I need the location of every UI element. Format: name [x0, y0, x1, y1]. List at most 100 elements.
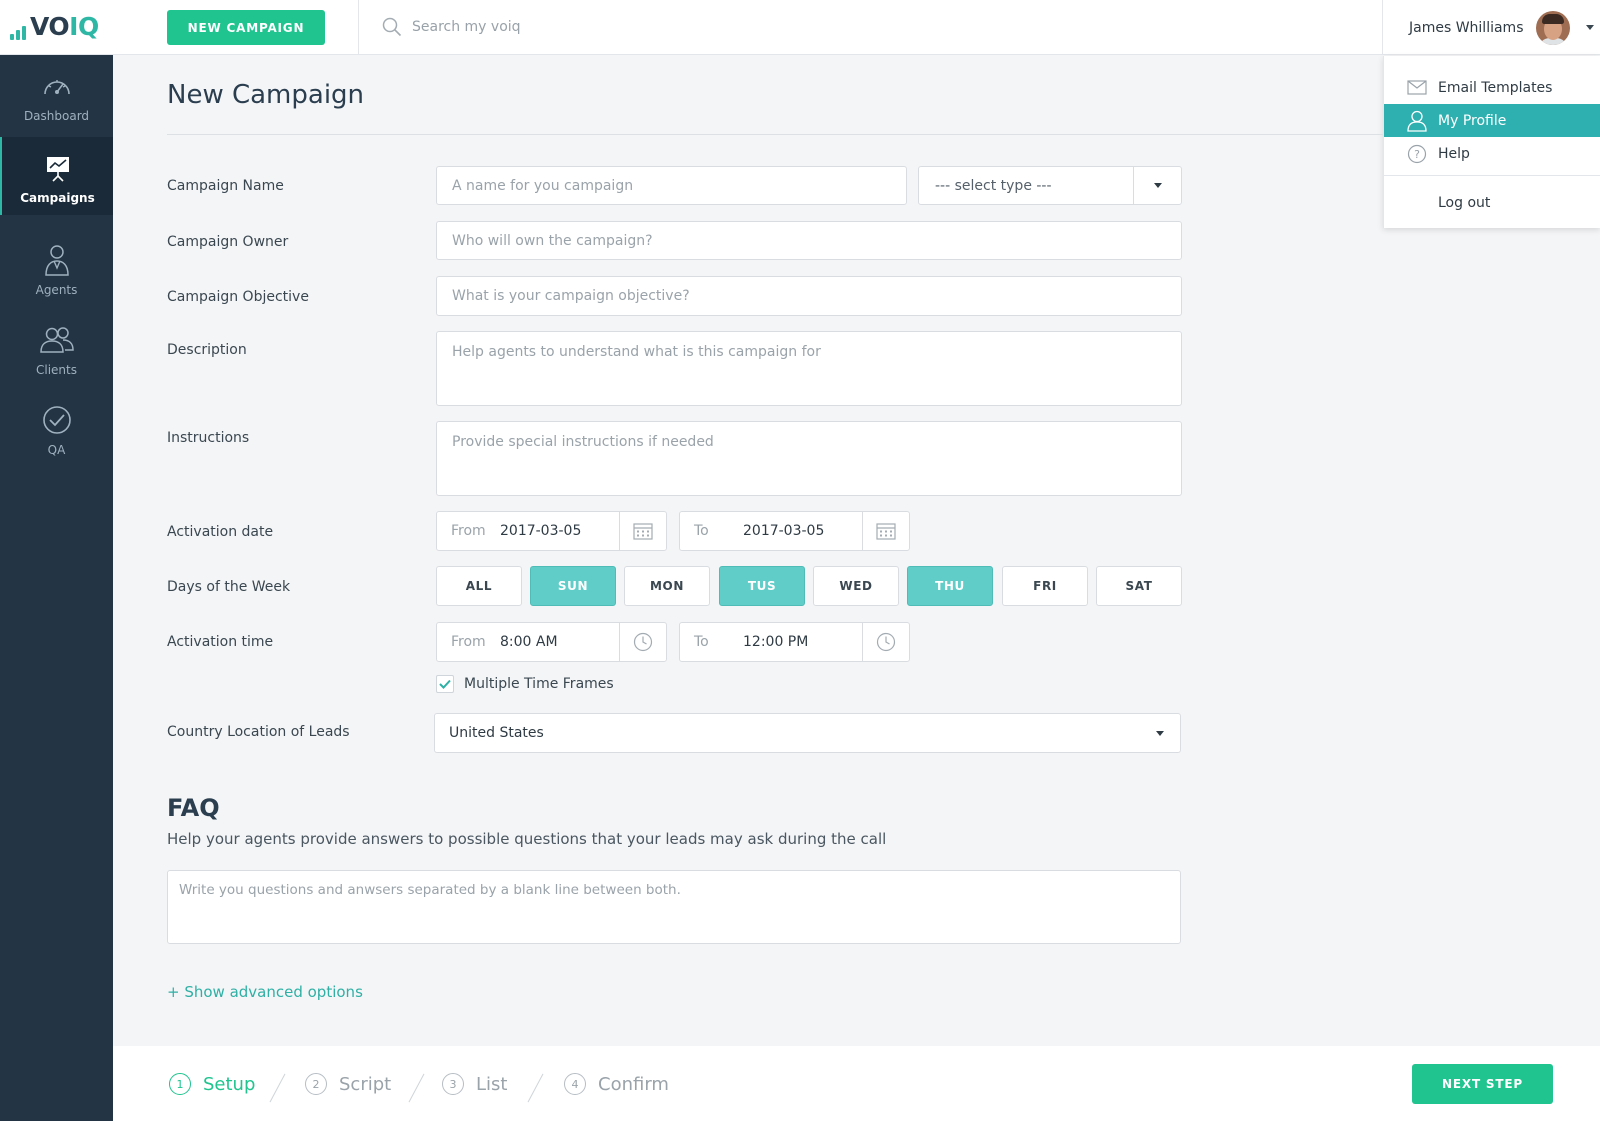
- step-label: Setup: [203, 1073, 256, 1095]
- step-number: 4: [564, 1073, 586, 1095]
- country-select[interactable]: United States: [434, 713, 1181, 753]
- campaign-owner-label: Campaign Owner: [167, 234, 289, 250]
- chevron-down-icon: [1156, 730, 1164, 736]
- sidebar: Dashboard Campaigns Agents Clients QA: [0, 55, 113, 1121]
- campaign-type-value: --- select type ---: [935, 177, 1052, 194]
- country-value: United States: [449, 725, 544, 741]
- presentation-chart-icon: [45, 151, 71, 185]
- time-to-value[interactable]: 12:00 PM: [743, 634, 862, 650]
- search-bar: [382, 17, 712, 37]
- menu-item-email-templates[interactable]: Email Templates: [1384, 71, 1600, 104]
- day-fri-button[interactable]: FRI: [1002, 566, 1088, 606]
- day-tus-button[interactable]: TUS: [719, 566, 805, 606]
- logo-text-part2: IQ: [69, 12, 99, 41]
- check-circle-icon: [42, 403, 72, 437]
- calendar-icon[interactable]: [619, 512, 666, 550]
- checkmark-icon: [439, 679, 451, 689]
- logo-text-part1: VO: [30, 12, 70, 41]
- campaign-owner-input[interactable]: [436, 221, 1182, 260]
- menu-item-label: Help: [1438, 145, 1470, 162]
- menu-item-help[interactable]: ? Help: [1384, 137, 1600, 170]
- time-from-value[interactable]: 8:00 AM: [500, 634, 619, 650]
- activation-date-to[interactable]: To 2017-03-05: [679, 511, 910, 551]
- new-campaign-button[interactable]: NEW CAMPAIGN: [167, 10, 325, 45]
- user-name: James Whilliams: [1409, 19, 1524, 36]
- from-label: From: [451, 634, 486, 650]
- step-label: Confirm: [598, 1073, 669, 1095]
- voiq-logo[interactable]: VOIQ: [10, 14, 99, 40]
- step-separator: [408, 1073, 425, 1103]
- country-label: Country Location of Leads: [167, 724, 350, 740]
- menu-divider: [1384, 175, 1600, 176]
- sidebar-item-clients[interactable]: Clients: [0, 309, 113, 387]
- search-input[interactable]: [412, 19, 712, 35]
- menu-item-log-out[interactable]: Log out: [1384, 186, 1600, 219]
- faq-title: FAQ: [167, 794, 220, 822]
- multiple-time-frames-label: Multiple Time Frames: [464, 676, 614, 692]
- clock-icon[interactable]: [619, 623, 666, 661]
- to-label: To: [694, 634, 709, 650]
- step-label: List: [476, 1073, 508, 1095]
- menu-item-label: Log out: [1438, 194, 1491, 211]
- campaign-objective-input[interactable]: [436, 276, 1182, 316]
- faq-textarea[interactable]: [167, 870, 1181, 944]
- day-sun-button[interactable]: SUN: [530, 566, 616, 606]
- title-divider: [167, 134, 1383, 135]
- chevron-down-icon[interactable]: [1133, 167, 1181, 204]
- campaign-name-label: Campaign Name: [167, 178, 284, 194]
- day-wed-button[interactable]: WED: [813, 566, 899, 606]
- multiple-time-frames-row[interactable]: Multiple Time Frames: [436, 675, 614, 693]
- day-thu-button[interactable]: THU: [907, 566, 993, 606]
- show-advanced-options-link[interactable]: + Show advanced options: [167, 983, 363, 1001]
- sidebar-item-agents[interactable]: Agents: [0, 229, 113, 307]
- question-icon: ?: [1406, 143, 1428, 165]
- svg-text:?: ?: [1414, 148, 1420, 161]
- day-mon-button[interactable]: MON: [624, 566, 710, 606]
- next-step-button[interactable]: NEXT STEP: [1412, 1064, 1553, 1104]
- avatar: [1535, 10, 1570, 45]
- sidebar-item-label: Dashboard: [23, 109, 90, 123]
- user-dropdown-menu: Email Templates My Profile ? Help Log ou…: [1383, 56, 1600, 228]
- calendar-icon[interactable]: [862, 512, 909, 550]
- step-label: Script: [339, 1073, 392, 1095]
- sidebar-item-qa[interactable]: QA: [0, 389, 113, 467]
- menu-item-label: My Profile: [1438, 112, 1507, 129]
- instructions-textarea[interactable]: [436, 421, 1182, 496]
- sidebar-item-campaigns[interactable]: Campaigns: [0, 137, 113, 215]
- multiple-time-frames-checkbox[interactable]: [436, 675, 454, 693]
- sidebar-item-dashboard[interactable]: Dashboard: [0, 55, 113, 133]
- top-bar: VOIQ NEW CAMPAIGN James Whilliams: [0, 0, 1600, 55]
- campaign-type-select[interactable]: --- select type ---: [918, 166, 1182, 205]
- step-number: 3: [442, 1073, 464, 1095]
- header-divider: [358, 0, 359, 55]
- agent-icon: [42, 243, 72, 277]
- to-label: To: [694, 523, 709, 539]
- date-to-value[interactable]: 2017-03-05: [743, 523, 862, 539]
- user-menu-toggle[interactable]: James Whilliams: [1382, 0, 1600, 55]
- step-list[interactable]: 3 List: [442, 1073, 507, 1095]
- days-of-week-label: Days of the Week: [167, 579, 291, 595]
- step-setup[interactable]: 1 Setup: [169, 1073, 255, 1095]
- activation-date-from[interactable]: From 2017-03-05: [436, 511, 667, 551]
- user-icon: [1406, 110, 1428, 132]
- instructions-label: Instructions: [167, 430, 250, 446]
- description-label: Description: [167, 342, 247, 358]
- menu-item-my-profile[interactable]: My Profile: [1384, 104, 1600, 137]
- chevron-down-icon: [1585, 25, 1594, 30]
- day-all-button[interactable]: ALL: [436, 566, 522, 606]
- date-from-value[interactable]: 2017-03-05: [500, 523, 619, 539]
- activation-time-label: Activation time: [167, 634, 274, 650]
- sidebar-item-label: QA: [47, 443, 66, 457]
- campaign-name-input[interactable]: [436, 166, 907, 205]
- sidebar-item-label: Agents: [35, 283, 78, 297]
- description-textarea[interactable]: [436, 331, 1182, 406]
- step-number: 2: [305, 1073, 327, 1095]
- day-sat-button[interactable]: SAT: [1096, 566, 1182, 606]
- activation-time-from[interactable]: From 8:00 AM: [436, 622, 667, 662]
- activation-time-to[interactable]: To 12:00 PM: [679, 622, 910, 662]
- envelope-icon: [1406, 77, 1428, 99]
- step-script[interactable]: 2 Script: [305, 1073, 391, 1095]
- clock-icon[interactable]: [862, 623, 909, 661]
- step-confirm[interactable]: 4 Confirm: [564, 1073, 669, 1095]
- gauge-icon: [42, 69, 72, 103]
